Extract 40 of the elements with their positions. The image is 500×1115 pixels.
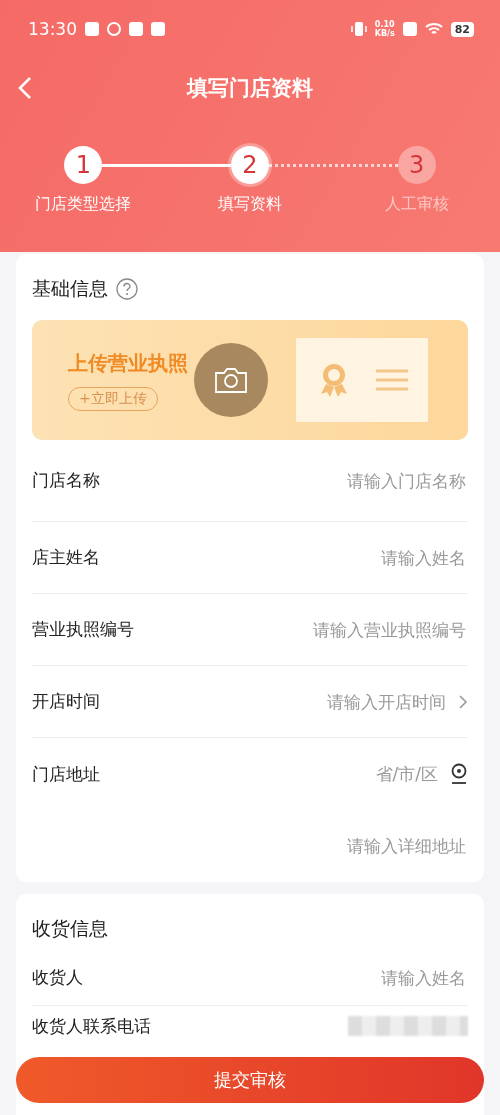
step-label: 门店类型选择: [35, 194, 132, 215]
field-label: 门店名称: [32, 469, 100, 492]
chevron-right-icon: [458, 693, 468, 710]
sim-icon: [402, 22, 417, 36]
upload-title: 上传营业执照: [68, 349, 188, 377]
text-field[interactable]: 请输入开店时间: [248, 690, 448, 713]
location-pin-icon[interactable]: [450, 763, 468, 785]
camera-icon: [213, 365, 249, 395]
vibrate-icon: [350, 21, 367, 37]
notification-icon: [85, 22, 99, 36]
text-field[interactable]: 请输入姓名: [248, 546, 468, 569]
text-field[interactable]: 请输入营业执照编号: [248, 618, 468, 641]
field-label: 营业执照编号: [32, 618, 134, 641]
notification-icon: [107, 22, 121, 36]
battery-level: 82: [450, 21, 474, 37]
wifi-icon: [424, 22, 443, 36]
step-number: 1: [64, 146, 103, 184]
step-label: 人工审核: [384, 194, 449, 215]
status-time: 13:30: [28, 19, 77, 39]
page-title: 填写门店资料: [187, 75, 313, 102]
field-label: 门店地址: [32, 762, 100, 786]
submit-button[interactable]: 提交审核: [16, 1057, 484, 1103]
text-field[interactable]: 请输入门店名称: [248, 469, 468, 492]
step-number: 3: [397, 146, 436, 184]
section-title: 收货信息: [32, 916, 108, 941]
field-label: 收货人: [32, 966, 83, 989]
network-speed: 0.10 KB/s: [374, 20, 395, 38]
help-icon[interactable]: [116, 278, 138, 300]
field-label: 开店时间: [32, 690, 100, 713]
text-field[interactable]: 省/市/区: [300, 763, 440, 785]
upload-banner[interactable]: 上传营业执照 +立即上传: [32, 320, 468, 440]
field-label: 收货人联系电话: [32, 1014, 151, 1038]
notification-icon: [129, 22, 143, 36]
text-field[interactable]: 请输入详细地址: [248, 835, 468, 857]
mail-icon: [151, 22, 165, 36]
field-label: 店主姓名: [32, 546, 100, 569]
text-field[interactable]: 请输入姓名: [248, 966, 468, 989]
section-title: 基础信息: [32, 276, 108, 301]
step-number: 2: [231, 146, 269, 184]
step-label: 填写资料: [218, 194, 282, 215]
